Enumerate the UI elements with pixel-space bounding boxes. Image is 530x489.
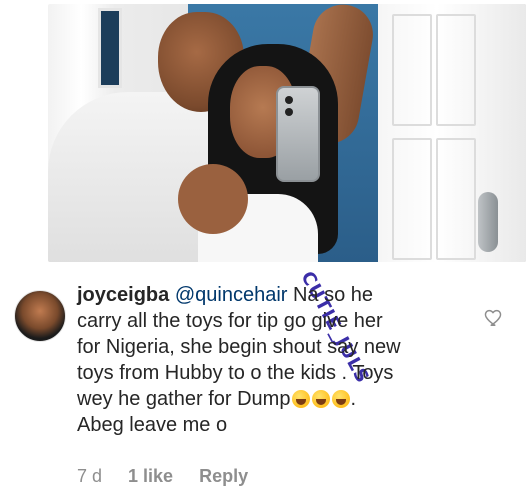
comment-text-line: carry all the toys for tip go give her (77, 310, 383, 332)
comment-text-line: wey he gather for Dump (77, 388, 291, 410)
comment-mention[interactable]: @quincehair (175, 284, 288, 306)
comment-text-line: for Nigeria, she begin shout say new (77, 336, 401, 358)
photo-door (378, 4, 526, 262)
door-panel (392, 138, 432, 260)
door-panel (436, 14, 476, 126)
comment-likes[interactable]: 1 like (128, 466, 173, 487)
comment-text-line: Na so he (292, 284, 374, 306)
comment-text-line: Abeg leave me o (77, 414, 228, 436)
comment-text-punct: . (350, 388, 356, 410)
laughing-emoji-icon (292, 390, 311, 408)
comment-meta: 7 d 1 like Reply (77, 464, 248, 488)
door-panel (436, 138, 476, 260)
instagram-comment-screenshot: CUTIE_JULS joyceigba @quincehair Na so h… (0, 0, 530, 489)
comment-username[interactable]: joyceigba (77, 284, 169, 306)
avatar[interactable] (14, 290, 66, 342)
post-photo (48, 4, 526, 262)
wall-picture-frame (98, 8, 122, 88)
comment-time: 7 d (77, 465, 103, 486)
laughing-emoji-icon (332, 390, 351, 408)
reply-button[interactable]: Reply (199, 466, 248, 487)
hand (178, 164, 248, 234)
comment-body: joyceigba @quincehair Na so he carry all… (77, 282, 469, 438)
camera-lens (285, 96, 293, 104)
heart-icon[interactable] (482, 306, 504, 328)
door-panel (392, 14, 432, 126)
phone (276, 86, 320, 182)
door-handle (478, 192, 498, 252)
comment-text-line: toys from Hubby to o the kids . Toys (77, 362, 394, 384)
camera-lens (285, 108, 293, 116)
laughing-emoji-icon (312, 390, 331, 408)
